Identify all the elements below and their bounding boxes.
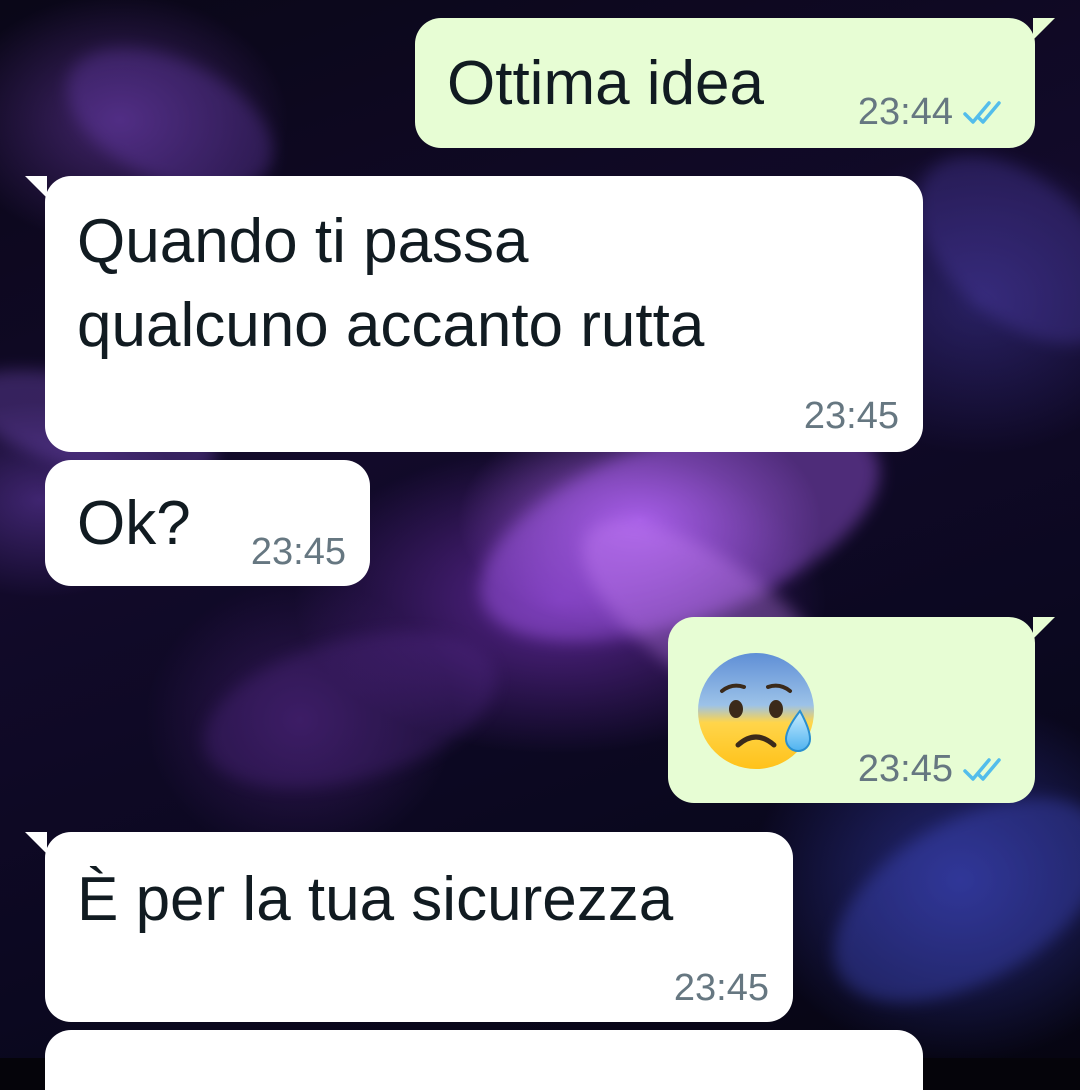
message-meta: 23:45 bbox=[858, 749, 1011, 789]
message-outgoing[interactable]: Ottima idea 23:44 bbox=[415, 18, 1055, 148]
double-check-icon bbox=[963, 758, 1001, 781]
message-incoming[interactable]: Ok? 23:45 bbox=[45, 460, 370, 586]
message-meta: 23:44 bbox=[858, 92, 1011, 132]
message-time: 23:44 bbox=[857, 91, 953, 133]
message-text-line: Quando ti passa bbox=[77, 207, 529, 276]
message-meta: 23:45 bbox=[804, 396, 899, 436]
double-check-icon bbox=[963, 101, 1001, 124]
message-time: 23:45 bbox=[857, 748, 953, 790]
message-time: 23:45 bbox=[673, 967, 769, 1009]
message-time: 23:45 bbox=[250, 531, 346, 573]
message-incoming-partial[interactable] bbox=[45, 1030, 923, 1090]
message-time: 23:45 bbox=[803, 395, 899, 437]
message-meta: 23:45 bbox=[251, 532, 346, 572]
message-outgoing[interactable]: 23:45 bbox=[668, 617, 1055, 803]
message-meta: 23:45 bbox=[674, 968, 769, 1008]
message-incoming[interactable]: Quando ti passa qualcuno accanto rutta 2… bbox=[25, 176, 923, 452]
anxious-face-with-sweat-emoji bbox=[698, 653, 814, 769]
message-text-line: qualcuno accanto rutta bbox=[77, 291, 705, 360]
message-text: È per la tua sicurezza bbox=[77, 865, 674, 934]
message-incoming[interactable]: È per la tua sicurezza 23:45 bbox=[25, 832, 793, 1022]
message-text: Ottima idea bbox=[447, 49, 765, 118]
message-text: Ok? bbox=[77, 489, 191, 558]
